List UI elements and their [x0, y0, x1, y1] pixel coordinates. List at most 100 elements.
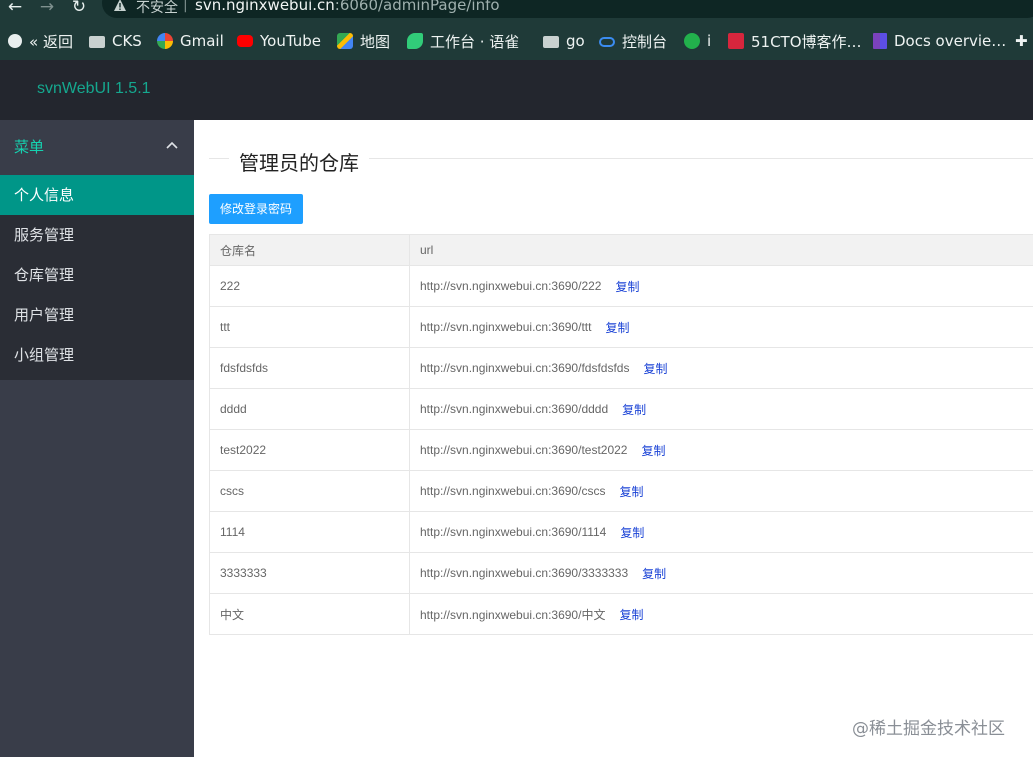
column-header-url: url: [420, 243, 434, 257]
repo-url: http://svn.nginxwebui.cn:3690/1114: [420, 525, 607, 539]
copy-link[interactable]: 复制: [643, 360, 667, 377]
repo-url: http://svn.nginxwebui.cn:3690/中文: [420, 607, 606, 622]
copy-link[interactable]: 复制: [642, 565, 666, 582]
repo-url: http://svn.nginxwebui.cn:3690/ttt: [420, 320, 592, 334]
s-icon: [684, 33, 700, 49]
repo-url-cell: http://svn.nginxwebui.cn:3690/fdsfdsfds 复…: [410, 348, 1033, 388]
reload-icon[interactable]: ↻: [68, 0, 90, 18]
menu-header[interactable]: 菜单: [0, 120, 194, 170]
repo-url-cell: http://svn.nginxwebui.cn:3690/中文 复制: [410, 594, 1033, 634]
bookmark-label: i: [707, 32, 712, 50]
bookmark-label: « 返回: [29, 32, 73, 51]
copy-link[interactable]: 复制: [641, 442, 665, 459]
url-path: :6060/adminPage/info: [334, 0, 500, 14]
repo-name-cell: 1114: [210, 512, 410, 552]
yuque-icon: [407, 33, 423, 49]
repo-name-cell: dddd: [210, 389, 410, 429]
url-text[interactable]: svn.nginxwebui.cn:6060/adminPage/info: [195, 0, 500, 14]
terraform-icon: [873, 33, 887, 49]
repo-url: http://svn.nginxwebui.cn:3690/fdsfdsfds: [420, 361, 630, 375]
table-row: 222 http://svn.nginxwebui.cn:3690/222 复制: [210, 266, 1033, 307]
bookmark-cks[interactable]: CKS: [89, 28, 142, 54]
sidebar-item-repos[interactable]: 仓库管理: [0, 255, 194, 295]
chevron-up-icon[interactable]: [165, 138, 179, 152]
divider: [369, 158, 1033, 159]
back-arrow-icon[interactable]: ←: [4, 0, 26, 18]
forward-arrow-icon[interactable]: →: [36, 0, 58, 18]
page-title: 管理员的仓库: [239, 151, 359, 175]
bookmark-yuque[interactable]: 工作台 · 语雀: [407, 28, 519, 54]
repo-name-cell: 3333333: [210, 553, 410, 593]
insecure-label[interactable]: 不安全: [136, 0, 178, 17]
bookmark-label: Gmail: [180, 32, 224, 50]
bookmark-gmail[interactable]: Gmail: [157, 28, 224, 54]
app-title[interactable]: svnWebUI 1.5.1: [37, 80, 151, 98]
repo-name-cell: 中文: [210, 594, 410, 634]
copy-link[interactable]: 复制: [605, 319, 629, 336]
table-row: ttt http://svn.nginxwebui.cn:3690/ttt 复制: [210, 307, 1033, 348]
bookmarks-bar: « 返回 CKS Gmail YouTube 地图 工作台 · 语雀 go 控制…: [0, 28, 1033, 54]
copy-link[interactable]: 复制: [619, 606, 643, 623]
bookmark-label: go: [566, 32, 585, 50]
main-content: 管理员的仓库 修改登录密码 仓库名 url 222 http://svn.ngin…: [194, 120, 1033, 757]
table-row: 1114 http://svn.nginxwebui.cn:3690/1114 复制: [210, 512, 1033, 553]
submenu: 个人信息 服务管理 仓库管理 用户管理 小组管理: [0, 175, 194, 380]
repo-url: http://svn.nginxwebui.cn:3690/test2022: [420, 443, 628, 457]
folder-icon: [89, 36, 105, 48]
bookmark-docs[interactable]: Docs overvie…: [873, 28, 1006, 54]
bookmark-i[interactable]: i: [684, 28, 711, 54]
bookmark-label: 地图: [360, 32, 391, 51]
cloud-icon: [599, 37, 615, 47]
repo-url-cell: http://svn.nginxwebui.cn:3690/222 复制: [410, 266, 1033, 306]
repo-url-cell: http://svn.nginxwebui.cn:3690/dddd 复制: [410, 389, 1033, 429]
column-header-name: 仓库名: [210, 235, 410, 265]
url-host: svn.nginxwebui.cn: [195, 0, 335, 14]
bookmark-label: 工作台 · 语雀: [430, 32, 520, 51]
bookmark-go[interactable]: go: [543, 28, 585, 54]
copy-link[interactable]: 复制: [619, 483, 643, 500]
sidebar-item-groups[interactable]: 小组管理: [0, 335, 194, 375]
repo-name-cell: cscs: [210, 471, 410, 511]
table-row: test2022 http://svn.nginxwebui.cn:3690/te…: [210, 430, 1033, 471]
youtube-icon: [237, 35, 253, 47]
repo-url-cell: http://svn.nginxwebui.cn:3690/3333333 复制: [410, 553, 1033, 593]
repo-name-cell: 222: [210, 266, 410, 306]
table-row: 中文 http://svn.nginxwebui.cn:3690/中文 复制: [210, 594, 1033, 635]
repo-url: http://svn.nginxwebui.cn:3690/3333333: [420, 566, 629, 580]
copy-link[interactable]: 复制: [620, 524, 644, 541]
table-row: cscs http://svn.nginxwebui.cn:3690/cscs 复制: [210, 471, 1033, 512]
warning-triangle-icon[interactable]: [113, 0, 127, 12]
app-header: svnWebUI 1.5.1: [0, 60, 1033, 120]
menu-label: 菜单: [14, 138, 45, 156]
maps-icon: [337, 33, 353, 49]
url-separator: |: [183, 0, 188, 13]
bookmark-label: CKS: [112, 32, 142, 50]
bookmark-console[interactable]: 控制台: [599, 28, 667, 54]
bookmark-maps[interactable]: 地图: [337, 28, 390, 54]
sidebar-item-users[interactable]: 用户管理: [0, 295, 194, 335]
bookmark-51cto[interactable]: 51CTO博客作…: [728, 28, 862, 54]
51cto-icon: [728, 33, 744, 49]
extensions-icon[interactable]: ✚: [1015, 28, 1028, 54]
divider: [209, 158, 229, 159]
repo-url-cell: http://svn.nginxwebui.cn:3690/1114 复制: [410, 512, 1033, 552]
globe-icon: [8, 34, 22, 48]
change-password-button[interactable]: 修改登录密码: [209, 194, 303, 224]
table-row: dddd http://svn.nginxwebui.cn:3690/dddd 复制: [210, 389, 1033, 430]
bookmark-label: 51CTO博客作…: [751, 32, 862, 51]
sidebar: 菜单 个人信息 服务管理 仓库管理 用户管理 小组管理: [0, 120, 194, 757]
copy-link[interactable]: 复制: [615, 278, 639, 295]
copy-link[interactable]: 复制: [622, 401, 646, 418]
sidebar-item-profile[interactable]: 个人信息: [0, 175, 194, 215]
google-icon: [157, 33, 173, 49]
bookmark-back[interactable]: « 返回: [8, 28, 73, 54]
table-row: 3333333 http://svn.nginxwebui.cn:3690/333…: [210, 553, 1033, 594]
url-row: ← → ↻ 不安全 | svn.nginxwebui.cn:6060/admin…: [0, 0, 1033, 22]
repo-name-cell: test2022: [210, 430, 410, 470]
bookmark-youtube[interactable]: YouTube: [237, 28, 321, 54]
repo-name-cell: ttt: [210, 307, 410, 347]
bookmark-label: YouTube: [260, 32, 321, 50]
bookmark-label: 控制台: [622, 32, 668, 51]
sidebar-item-services[interactable]: 服务管理: [0, 215, 194, 255]
bookmark-label: Docs overvie…: [894, 32, 1007, 50]
